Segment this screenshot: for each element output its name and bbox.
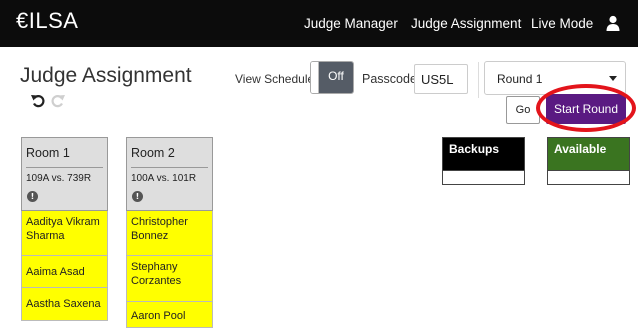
backups-pool[interactable]: Backups: [442, 137, 525, 185]
available-pool-header: Available: [547, 137, 630, 171]
nav-link-judge-assignment[interactable]: Judge Assignment: [411, 16, 521, 31]
user-icon[interactable]: [606, 15, 620, 31]
room-name: Room 2: [131, 146, 175, 160]
nav-link-live-mode[interactable]: Live Mode: [531, 16, 593, 31]
room-name: Room 1: [26, 146, 70, 160]
nav-link-judge-manager[interactable]: Judge Manager: [304, 16, 398, 31]
room-divider: [131, 167, 208, 168]
available-pool-dropzone[interactable]: [547, 171, 630, 185]
divider: [478, 62, 479, 98]
toggle-knob: [311, 62, 319, 93]
room-match: 100A vs. 101R: [131, 173, 197, 184]
view-schedule-label: View Schedule: [235, 72, 315, 86]
view-schedule-toggle[interactable]: Off: [310, 61, 354, 94]
passcode-label: Passcode: [362, 72, 417, 86]
room-header: Room 2 100A vs. 101R !: [126, 137, 213, 211]
brand-logo[interactable]: €ILSA: [16, 8, 78, 34]
highlight-circle-annotation: [536, 84, 636, 132]
go-button[interactable]: Go: [506, 96, 540, 124]
passcode-input[interactable]: [414, 64, 468, 94]
room-divider: [26, 167, 103, 168]
redo-icon[interactable]: [50, 92, 66, 108]
judge-card[interactable]: Aaima Asad: [21, 256, 108, 288]
page-title: Judge Assignment: [20, 64, 192, 87]
judge-card[interactable]: Christopher Bonnez: [126, 211, 213, 256]
room-match: 109A vs. 739R: [26, 173, 92, 184]
chevron-down-icon: [609, 76, 617, 81]
available-pool[interactable]: Available: [547, 137, 630, 185]
judge-card[interactable]: Aaditya Vikram Sharma: [21, 211, 108, 256]
backups-pool-header: Backups: [442, 137, 525, 171]
info-icon[interactable]: !: [132, 191, 143, 202]
judge-card[interactable]: Aastha Saxena: [21, 288, 108, 321]
judge-card[interactable]: Aaron Pool: [126, 302, 213, 328]
judge-card[interactable]: Stephany Corzantes: [126, 256, 213, 302]
backups-pool-dropzone[interactable]: [442, 171, 525, 185]
undo-icon[interactable]: [30, 92, 46, 108]
round-select-value: Round 1: [497, 72, 543, 86]
toggle-state-label: Off: [319, 62, 353, 93]
room-header: Room 1 109A vs. 739R !: [21, 137, 108, 211]
top-navbar: €ILSA Judge Manager Judge Assignment Liv…: [0, 0, 638, 47]
info-icon[interactable]: !: [27, 191, 38, 202]
